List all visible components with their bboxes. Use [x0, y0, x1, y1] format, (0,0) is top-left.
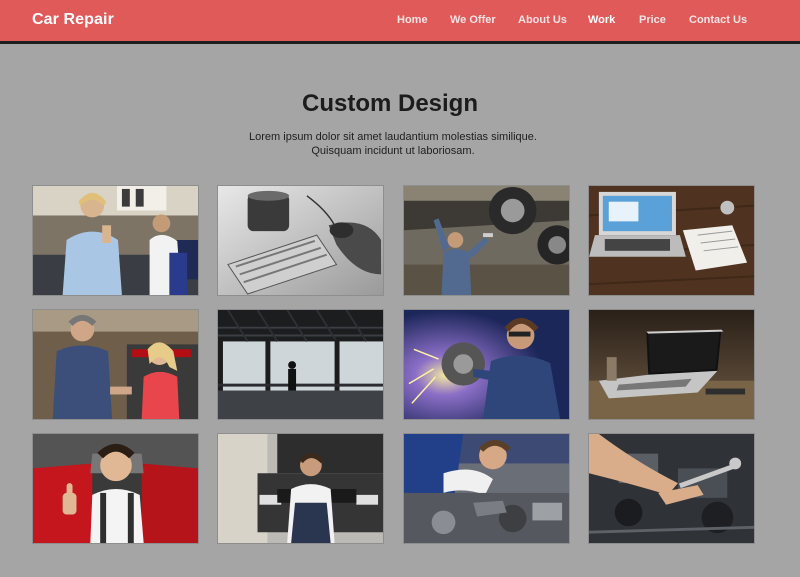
gallery-photo-mechanic-under-car[interactable]	[403, 185, 570, 296]
gallery-photo-mechanic-talking-with-customer[interactable]	[32, 309, 199, 420]
gallery-photo-mechanic-thumbs-up[interactable]	[32, 433, 199, 544]
nav-about-us[interactable]: About Us	[518, 14, 567, 26]
gallery-photo-mechanic-and-customer-on-phone[interactable]	[32, 185, 199, 296]
navbar: Car Repair Home We Offer About Us Work P…	[0, 0, 800, 44]
lead-line-1: Lorem ipsum dolor sit amet laudantium mo…	[249, 131, 537, 143]
gallery-photo-laptop-and-notebook[interactable]	[588, 185, 755, 296]
gallery-photo-keyboard-and-mouse[interactable]	[217, 185, 384, 296]
gallery-photo-laptop-on-desk[interactable]	[588, 309, 755, 420]
gallery-photo-mechanic-grinding[interactable]	[403, 309, 570, 420]
section-lead: Lorem ipsum dolor sit amet laudantium mo…	[193, 130, 593, 158]
main-nav: Home We Offer About Us Work Price Contac…	[0, 14, 800, 30]
lead-line-2: Quisquam incidunt ut laboriosam.	[311, 145, 475, 157]
nav-contact-us[interactable]: Contact Us	[689, 14, 747, 26]
gallery-photo-hands-with-wrench-in-engine[interactable]	[588, 433, 755, 544]
gallery-photo-silhouette-in-warehouse[interactable]	[217, 309, 384, 420]
nav-home[interactable]: Home	[397, 14, 428, 26]
nav-price[interactable]: Price	[639, 14, 666, 26]
gallery-photo-mechanic-under-hood[interactable]	[403, 433, 570, 544]
nav-work[interactable]: Work	[588, 14, 615, 26]
nav-we-offer[interactable]: We Offer	[450, 14, 496, 26]
section-title: Custom Design	[301, 90, 478, 117]
gallery-photo-mechanic-in-front-of-car[interactable]	[217, 433, 384, 544]
